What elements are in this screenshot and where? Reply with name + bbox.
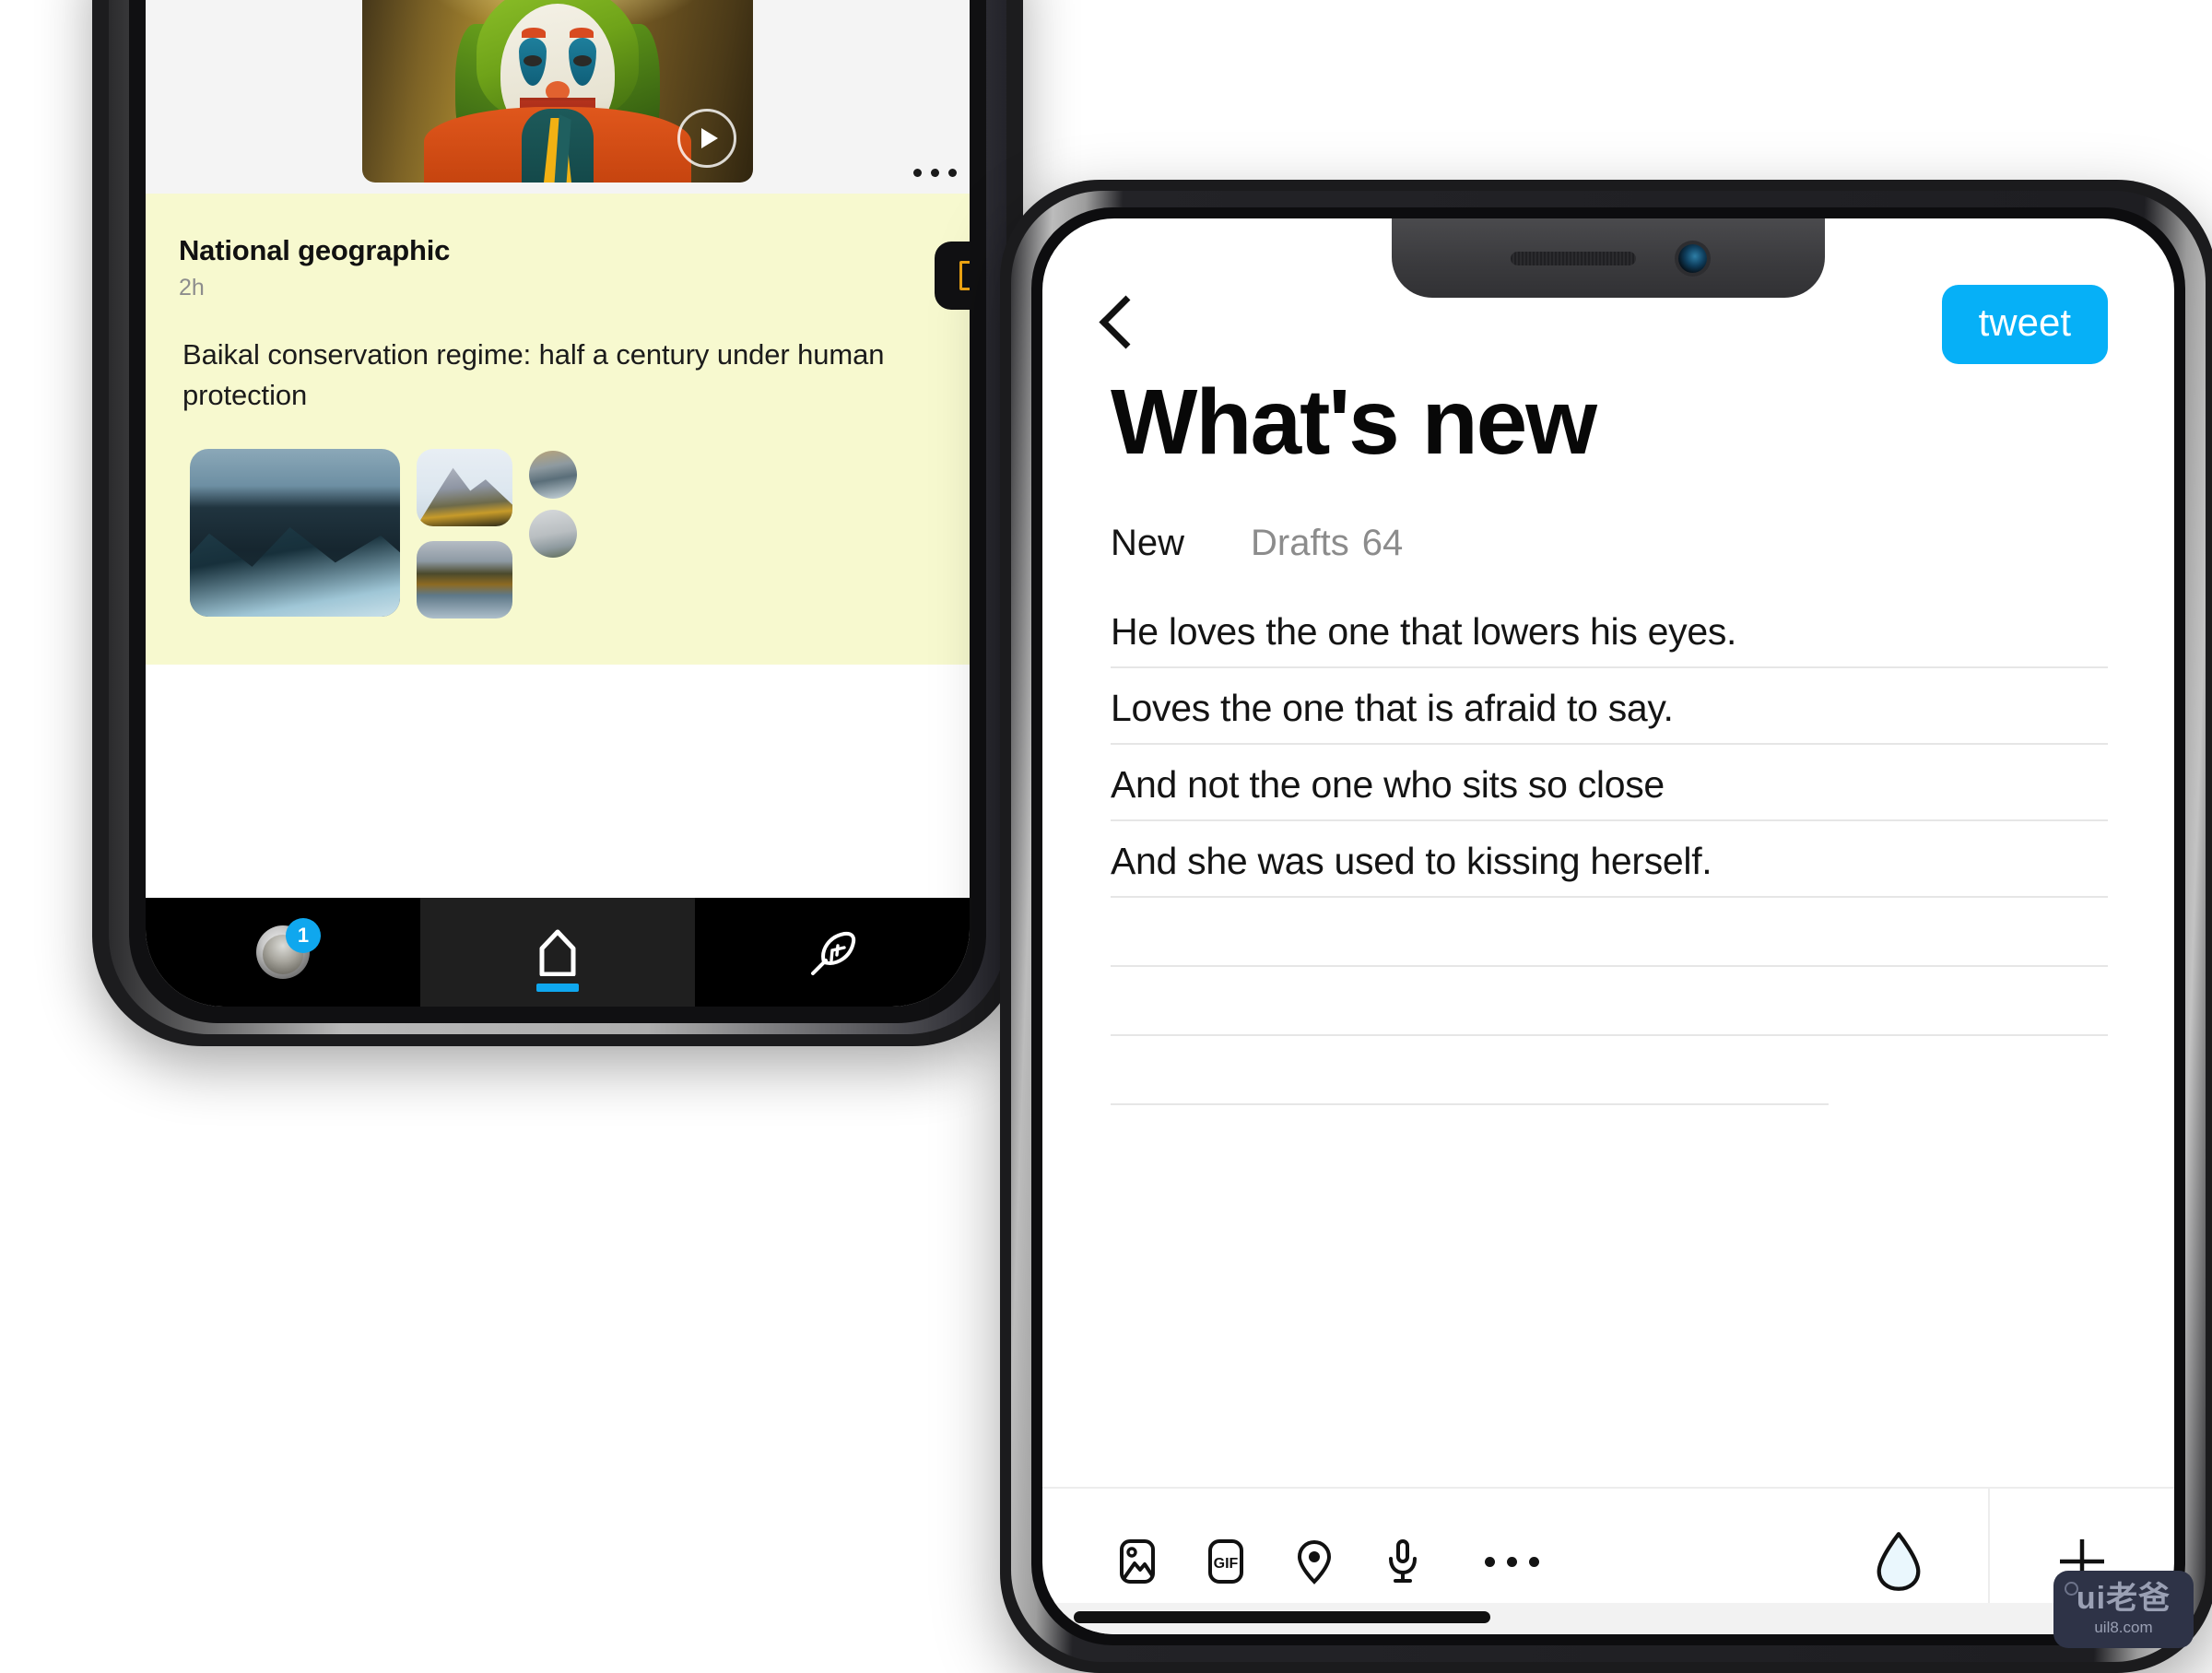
post-photo-grid: [179, 449, 936, 619]
joker-eyeball-right: [573, 55, 592, 66]
circle-photo-a[interactable]: [529, 451, 577, 500]
home-indicator-area: [1042, 1603, 2174, 1634]
news-post-card[interactable]: National geographic 2h Baikal conservati…: [146, 194, 970, 666]
page-title: What's new: [1111, 371, 1597, 474]
compose-line[interactable]: He loves the one that lowers his eyes.: [1111, 608, 2108, 669]
joker-video-thumbnail[interactable]: [362, 0, 753, 183]
post-author: National geographic: [179, 234, 451, 266]
photo-circle-column: [529, 449, 577, 619]
joker-eyeball-left: [524, 55, 542, 66]
compose-line[interactable]: [1111, 914, 2108, 968]
watermark-dot-icon: [2065, 1582, 2078, 1596]
notification-badge: 1: [286, 918, 321, 953]
ellipsis-dot: [1485, 1556, 1495, 1567]
sidebar-item-profile[interactable]: 1: [146, 898, 420, 1007]
chevron-left-icon[interactable]: [1099, 295, 1153, 349]
compose-line[interactable]: And she was used to kissing herself.: [1111, 838, 2108, 899]
compose-toolbar-left: GIF: [1042, 1531, 1988, 1592]
ellipsis-dot: [1507, 1556, 1517, 1567]
watermark-url: uil8.com: [2094, 1618, 2153, 1636]
ellipsis-dot: [931, 169, 939, 177]
phone-notch: [1392, 218, 1825, 298]
tab-drafts[interactable]: Drafts 64: [1251, 523, 1403, 564]
watermark-title: ui老爸: [2076, 1580, 2171, 1616]
ellipsis-icon[interactable]: [913, 169, 957, 177]
compose-line[interactable]: [1111, 984, 2108, 1037]
left-phone-screen: National geographic 2h Baikal conservati…: [146, 0, 970, 1007]
feather-icon: [811, 931, 856, 975]
joker-brow-right: [570, 28, 594, 38]
compose-lines[interactable]: He loves the one that lowers his eyes. L…: [1042, 608, 2174, 1487]
left-phone-tabbar: 1: [146, 898, 970, 1007]
snow-peak-photo[interactable]: [417, 449, 512, 527]
location-pin-icon[interactable]: [1291, 1538, 1337, 1585]
lake-mountain-photo[interactable]: [417, 541, 512, 619]
speaker-grille: [1510, 251, 1636, 265]
tweet-button[interactable]: tweet: [1941, 285, 2108, 364]
joker-jacket: [424, 107, 691, 183]
ellipsis-dot: [1529, 1556, 1539, 1567]
play-triangle: [700, 128, 718, 148]
ellipsis-dot: [948, 169, 957, 177]
tab-drafts-count: 64: [1361, 523, 1404, 563]
compose-line[interactable]: Loves the one that is afraid to say.: [1111, 685, 2108, 746]
ellipsis-dot: [913, 169, 922, 177]
home-indicator-bar[interactable]: [1074, 1611, 1490, 1623]
compose-tabs: New Drafts 64: [1042, 469, 2174, 564]
sidebar-item-compose[interactable]: [695, 898, 970, 1007]
right-phone-screen: tweet What's new New Drafts 64 He loves t…: [1042, 218, 2174, 1634]
front-camera: [1677, 243, 1707, 273]
ellipsis-icon[interactable]: [1485, 1556, 1539, 1567]
tab-new[interactable]: New: [1111, 523, 1184, 564]
bookmark-icon[interactable]: [935, 242, 970, 310]
svg-text:GIF: GIF: [1214, 1556, 1239, 1572]
sidebar-item-home[interactable]: [420, 898, 695, 1007]
compose-line[interactable]: And not the one who sits so close: [1111, 761, 2108, 822]
compose-line[interactable]: [1111, 1053, 1830, 1106]
post-text: Baikal conservation regime: half a centu…: [182, 338, 885, 412]
mountain-range-photo[interactable]: [190, 449, 400, 618]
play-icon[interactable]: [677, 109, 736, 168]
circle-photo-b[interactable]: [529, 510, 577, 559]
avatar-wrapper: 1: [256, 918, 321, 979]
post-timestamp: 2h: [179, 275, 205, 300]
image-icon[interactable]: [1114, 1538, 1160, 1585]
right-phone-mockup: tweet What's new New Drafts 64 He loves t…: [1000, 180, 2212, 1673]
water-drop-icon[interactable]: [1874, 1531, 1924, 1592]
joker-brow-left: [522, 28, 546, 38]
gif-icon[interactable]: GIF: [1203, 1538, 1249, 1585]
video-wrapper: [362, 0, 753, 183]
tab-drafts-label: Drafts: [1251, 523, 1349, 563]
photo-column: [417, 449, 512, 619]
active-tab-indicator: [536, 984, 579, 992]
compose-screen: tweet What's new New Drafts 64 He loves t…: [1042, 218, 2174, 1634]
home-icon: [539, 929, 576, 976]
watermark: ui老爸 uil8.com: [2053, 1571, 2194, 1648]
video-post-card[interactable]: [146, 0, 970, 194]
left-phone-mockup: National geographic 2h Baikal conservati…: [92, 0, 1023, 1046]
bookmark-glyph: [959, 261, 970, 290]
microphone-icon[interactable]: [1380, 1538, 1426, 1585]
